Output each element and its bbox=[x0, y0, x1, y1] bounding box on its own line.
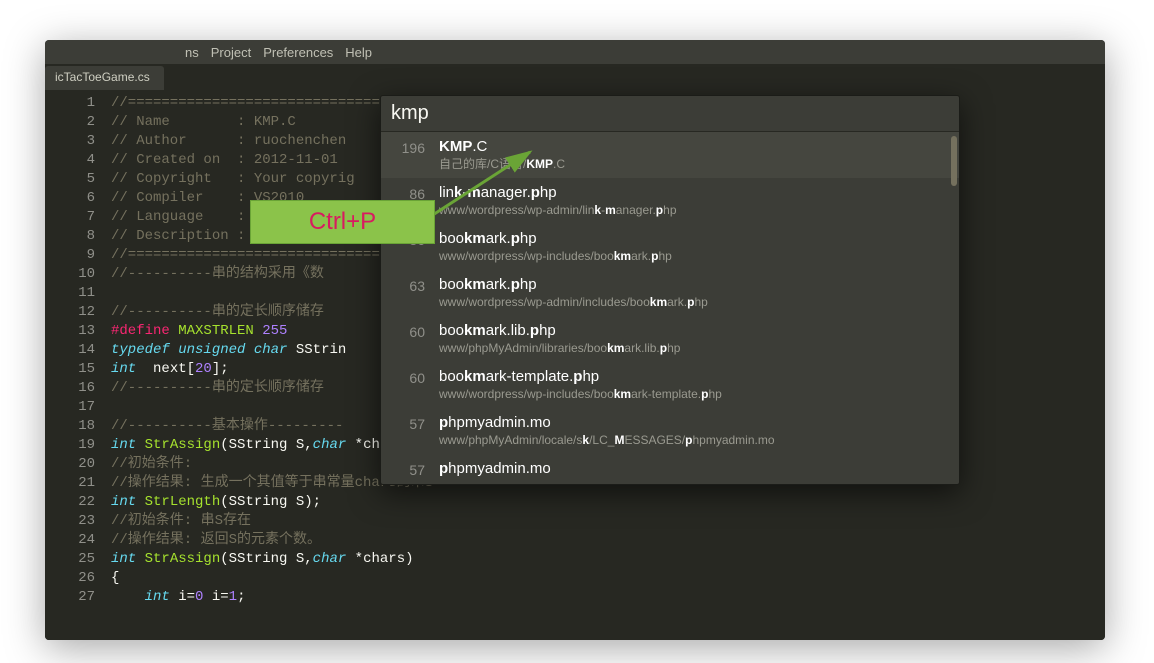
palette-item-title: phpmyadmin.mo bbox=[439, 460, 945, 478]
palette-item-path: www/wordpress/wp-admin/includes/bookmark… bbox=[439, 295, 945, 310]
palette-item-path: www/wordpress/wp-includes/bookmark.php bbox=[439, 249, 945, 264]
file-tab[interactable]: icTacToeGame.cs bbox=[45, 66, 164, 90]
shortcut-label: Ctrl+P bbox=[309, 208, 376, 236]
palette-item-path: 自己的库/C语言/KMP.C bbox=[439, 157, 945, 172]
palette-item-title: KMP.C bbox=[439, 138, 945, 156]
palette-input-wrap bbox=[381, 96, 959, 132]
menu-item[interactable]: Project bbox=[211, 45, 251, 60]
palette-item-title: phpmyadmin.mo bbox=[439, 414, 945, 432]
palette-scrollbar[interactable] bbox=[951, 136, 957, 186]
menu-item[interactable]: Help bbox=[345, 45, 372, 60]
palette-item-score: 60 bbox=[391, 322, 425, 340]
palette-item-score: 57 bbox=[391, 460, 425, 478]
palette-item-path: www/phpMyAdmin/locale/sk/LC_MESSAGES/php… bbox=[439, 433, 945, 448]
palette-result-item[interactable]: 57 phpmyadmin.mowww/phpMyAdmin/locale/sk/… bbox=[381, 408, 959, 454]
palette-item-title: bookmark.php bbox=[439, 230, 945, 248]
palette-item-score: 63 bbox=[391, 276, 425, 294]
palette-result-item[interactable]: 63 bookmark.phpwww/wordpress/wp-admin/inc… bbox=[381, 270, 959, 316]
palette-result-item[interactable]: 196 KMP.C自己的库/C语言/KMP.C bbox=[381, 132, 959, 178]
menu-item[interactable]: Preferences bbox=[263, 45, 333, 60]
goto-anything-palette[interactable]: 196 KMP.C自己的库/C语言/KMP.C 86link-manager.php… bbox=[380, 95, 960, 485]
palette-result-item[interactable]: 86link-manager.phpwww/wordpress/wp-admin… bbox=[381, 178, 959, 224]
palette-item-score: 60 bbox=[391, 368, 425, 386]
palette-item-score: 57 bbox=[391, 414, 425, 432]
line-number-gutter: 1234567891011121314151617181920212223242… bbox=[45, 90, 105, 640]
shortcut-callout: Ctrl+P bbox=[250, 200, 435, 244]
palette-item-score: 196 bbox=[391, 138, 425, 156]
menubar: ns Project Preferences Help bbox=[45, 40, 1105, 64]
palette-result-item[interactable]: 57 phpmyadmin.mo bbox=[381, 454, 959, 484]
palette-result-list[interactable]: 196 KMP.C自己的库/C语言/KMP.C 86link-manager.php… bbox=[381, 132, 959, 484]
palette-result-item[interactable]: 60 bookmark.lib.phpwww/phpMyAdmin/librari… bbox=[381, 316, 959, 362]
palette-item-title: bookmark.lib.php bbox=[439, 322, 945, 340]
menu-item[interactable]: ns bbox=[185, 45, 199, 60]
palette-item-path: www/wordpress/wp-admin/link-manager.php bbox=[439, 203, 945, 218]
palette-result-item[interactable]: 86bookmark.phpwww/wordpress/wp-includes/… bbox=[381, 224, 959, 270]
palette-item-path: www/wordpress/wp-includes/bookmark-templ… bbox=[439, 387, 945, 402]
palette-item-title: bookmark.php bbox=[439, 276, 945, 294]
palette-search-input[interactable] bbox=[391, 100, 949, 127]
palette-item-title: bookmark-template.php bbox=[439, 368, 945, 386]
palette-item-path: www/phpMyAdmin/libraries/bookmark.lib.ph… bbox=[439, 341, 945, 356]
palette-result-item[interactable]: 60 bookmark-template.phpwww/wordpress/wp-… bbox=[381, 362, 959, 408]
tabbar: icTacToeGame.cs bbox=[45, 64, 1105, 90]
palette-item-title: link-manager.php bbox=[439, 184, 945, 202]
